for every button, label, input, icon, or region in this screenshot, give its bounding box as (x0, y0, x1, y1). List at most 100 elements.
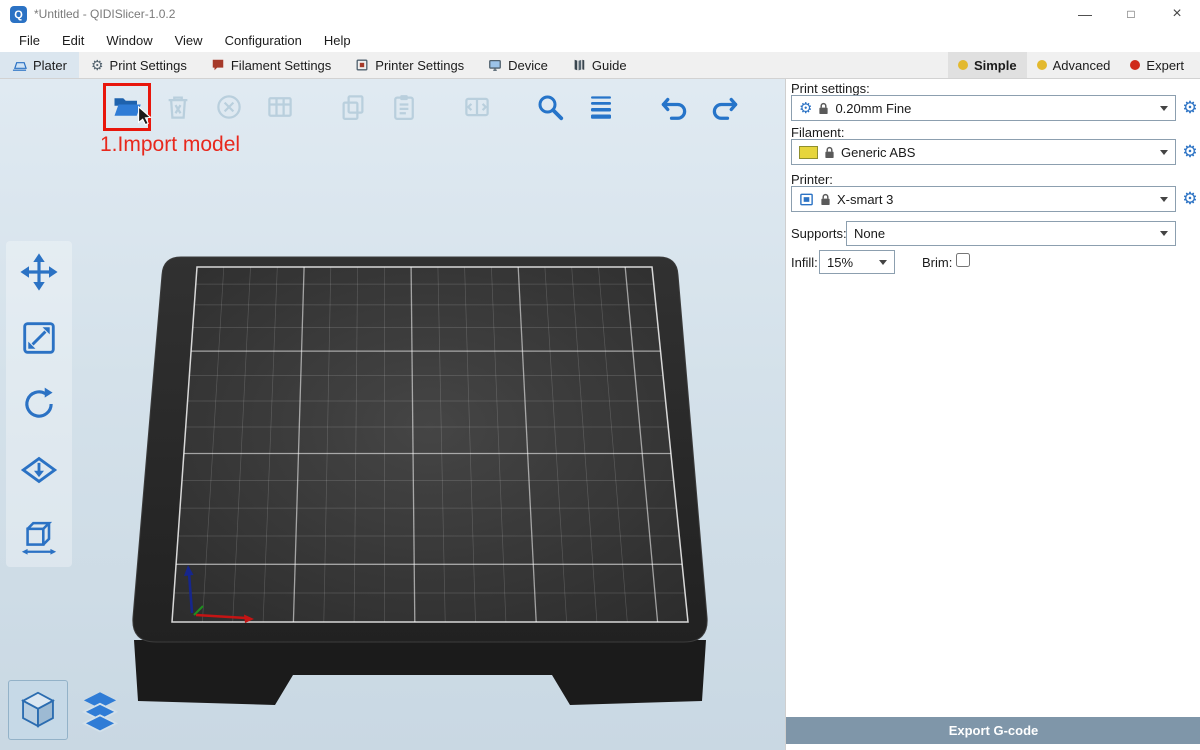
print-settings-value: 0.20mm Fine (835, 101, 911, 116)
copy-button[interactable] (334, 88, 372, 126)
mode-label: Simple (974, 58, 1017, 73)
tab-label: Filament Settings (231, 58, 331, 73)
tab-label: Printer Settings (375, 58, 464, 73)
lock-icon (818, 102, 829, 115)
undo-icon (659, 92, 689, 122)
delete-button[interactable] (159, 88, 197, 126)
menu-item-help[interactable]: Help (313, 33, 362, 48)
printer-preset-icon (799, 192, 814, 207)
layers-stack-icon (77, 690, 123, 736)
supports-combo[interactable]: None (846, 221, 1176, 246)
filament-color-swatch (799, 146, 818, 159)
filament-icon (211, 58, 225, 72)
tab-printer-settings[interactable]: Printer Settings (343, 52, 476, 78)
print-settings-gear-button[interactable]: ⚙ (1180, 97, 1200, 119)
rotate-tool-button[interactable] (16, 381, 62, 427)
scale-icon (19, 318, 59, 358)
mode-switcher: Simple Advanced Expert (948, 52, 1200, 78)
layer-height-icon (586, 92, 616, 122)
rotate-icon (19, 384, 59, 424)
printer-value: X-smart 3 (837, 192, 893, 207)
preview-view-button[interactable] (76, 689, 124, 737)
search-button[interactable] (531, 88, 569, 126)
printer-combo[interactable]: X-smart 3 (791, 186, 1176, 212)
mouse-cursor-icon (134, 105, 156, 127)
delete-all-icon (214, 92, 244, 122)
paste-button[interactable] (385, 88, 423, 126)
gear-icon: ⚙ (91, 58, 104, 72)
menu-item-edit[interactable]: Edit (51, 33, 95, 48)
redo-button[interactable] (706, 88, 744, 126)
tab-label: Print Settings (110, 58, 187, 73)
print-settings-combo[interactable]: ⚙ 0.20mm Fine (791, 95, 1176, 121)
undo-button[interactable] (655, 88, 693, 126)
menu-item-configuration[interactable]: Configuration (214, 33, 313, 48)
chevron-down-icon (879, 260, 887, 265)
filament-combo[interactable]: Generic ABS (791, 139, 1176, 165)
mode-simple[interactable]: Simple (948, 52, 1027, 78)
simple-mode-icon (958, 60, 968, 70)
arrange-button[interactable] (261, 88, 299, 126)
place-on-face-icon (19, 450, 59, 490)
tab-label: Plater (33, 58, 67, 73)
export-gcode-button[interactable]: Export G-code (786, 717, 1200, 744)
chevron-down-icon (1160, 231, 1168, 236)
menu-item-view[interactable]: View (164, 33, 214, 48)
redo-icon (710, 92, 740, 122)
place-on-face-tool-button[interactable] (16, 447, 62, 493)
scale-tool-button[interactable] (16, 315, 62, 361)
infill-combo[interactable]: 15% (819, 250, 895, 274)
tab-label: Device (508, 58, 548, 73)
preset-gear-icon: ⚙ (799, 101, 812, 116)
tabbar: Plater ⚙ Print Settings Filament Setting… (0, 52, 1200, 79)
menubar: File Edit Window View Configuration Help (0, 28, 1200, 52)
menu-item-file[interactable]: File (8, 33, 51, 48)
mode-advanced[interactable]: Advanced (1027, 52, 1121, 78)
annotation-import-model: 1.Import model (100, 133, 240, 157)
3d-cube-icon (15, 687, 61, 733)
guide-icon (572, 58, 586, 72)
mode-label: Advanced (1053, 58, 1111, 73)
window-title: *Untitled - QIDISlicer-1.0.2 (34, 7, 175, 21)
tab-device[interactable]: Device (476, 52, 560, 78)
editor-view-button[interactable] (8, 680, 68, 740)
move-icon (19, 252, 59, 292)
gizmo-toolbar (6, 241, 72, 567)
expert-mode-icon (1130, 60, 1140, 70)
infill-value: 15% (827, 255, 853, 270)
brim-label: Brim: (922, 255, 952, 270)
variable-layer-height-button[interactable] (582, 88, 620, 126)
device-icon (488, 58, 502, 72)
printer-gear-button[interactable]: ⚙ (1180, 188, 1200, 210)
chevron-down-icon (1160, 197, 1168, 202)
search-icon (535, 92, 565, 122)
tab-guide[interactable]: Guide (560, 52, 639, 78)
mode-label: Expert (1146, 58, 1184, 73)
settings-sidebar: Print settings: ⚙ 0.20mm Fine ⚙ Filament… (785, 79, 1200, 750)
close-button[interactable]: × (1154, 0, 1200, 28)
move-tool-button[interactable] (16, 249, 62, 295)
lock-icon (824, 146, 835, 159)
supports-value: None (854, 226, 885, 241)
arrange-icon (265, 92, 295, 122)
tab-print-settings[interactable]: ⚙ Print Settings (79, 52, 199, 78)
3d-viewport[interactable]: 1.Import model (0, 79, 785, 750)
print-bed (118, 235, 718, 713)
delete-all-button[interactable] (210, 88, 248, 126)
maximize-button[interactable]: □ (1108, 0, 1154, 28)
menu-item-window[interactable]: Window (95, 33, 163, 48)
infill-label: Infill: (791, 255, 818, 270)
mode-expert[interactable]: Expert (1120, 52, 1194, 78)
tab-plater[interactable]: Plater (0, 52, 79, 78)
supports-label: Supports: (791, 226, 847, 241)
plater-toolbar (108, 88, 757, 126)
filament-gear-button[interactable]: ⚙ (1180, 141, 1200, 163)
tab-label: Guide (592, 58, 627, 73)
split-button[interactable] (458, 88, 496, 126)
brim-checkbox[interactable] (956, 253, 970, 267)
measure-tool-button[interactable] (16, 513, 62, 559)
tab-filament-settings[interactable]: Filament Settings (199, 52, 343, 78)
print-settings-label: Print settings: (791, 81, 870, 96)
chevron-down-icon (1160, 150, 1168, 155)
minimize-button[interactable]: — (1062, 0, 1108, 28)
